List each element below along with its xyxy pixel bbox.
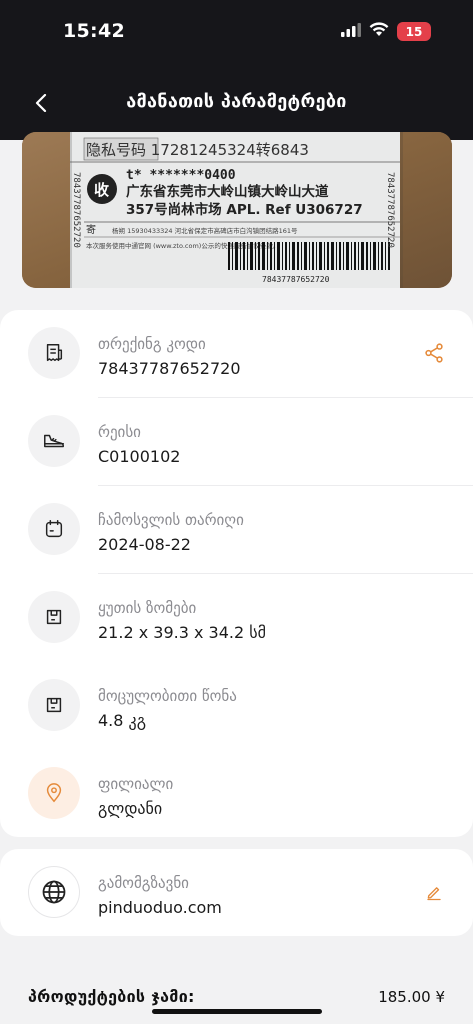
products-total: პროდუქტების ჯამი: 185.00 ¥ (0, 965, 473, 1024)
parcel-details-card: თრექინგ კოდი 78437787652720 რეისი C01001… (0, 310, 473, 837)
page-title: ამანათის პარამეტრები (126, 91, 347, 112)
home-indicator[interactable] (152, 1009, 322, 1014)
edit-sender-button[interactable] (421, 879, 447, 905)
signal-icon (341, 22, 361, 41)
detail-label: ფილიალი (98, 775, 174, 793)
detail-row-tracking: თრექინგ კოდი 78437787652720 (0, 310, 473, 398)
label-sender-tag: 寄 (86, 223, 96, 236)
label-phone-line: 隐私号码 17281245324转6843 (86, 141, 309, 159)
detail-label: მოცულობითი წონა (98, 687, 237, 705)
branch-value: გლდანი (98, 799, 163, 818)
package-icon (28, 679, 80, 731)
detail-row-branch: ფილიალი გლდანი (0, 750, 473, 838)
label-stamp: 收 (94, 181, 109, 199)
label-address-2: 357号尚林市场 APL. Ref U306727 (126, 201, 363, 218)
battery-indicator: 15 (397, 22, 431, 41)
edit-icon (427, 887, 441, 901)
label-sender-info: 杨朔 15930433324 河北省保定市高碑店市白沟镇团结路161号 (112, 226, 298, 235)
share-button[interactable] (421, 340, 447, 366)
label-recipient: t* *******0400 (126, 168, 236, 183)
parcel-label-photo: 隐私号码 17281245324转6843 收 t* *******0400 广… (22, 132, 452, 288)
share-icon (425, 343, 443, 363)
tracking-code-value: 78437787652720 (98, 359, 241, 378)
detail-label: თრექინგ კოდი (98, 335, 206, 353)
app-header: 15:42 15 ამანათის პარამეტრები (0, 0, 473, 140)
detail-row-box-size: ყუთის ზომები 21.2 x 39.3 x 34.2 სმ (0, 574, 473, 662)
label-barcode-number: 78437787652720 (262, 275, 330, 284)
label-side-code-right: 78437787652720 (385, 172, 395, 248)
status-time: 15:42 (63, 20, 125, 42)
total-label: პროდუქტების ჯამი: (28, 987, 195, 1006)
detail-row-arrival-date: ჩამოსვლის თარიღი 2024-08-22 (0, 486, 473, 574)
status-icons: 15 (341, 22, 431, 41)
detail-label: რეისი (98, 423, 141, 441)
label-side-code-left: 78437787652720 (71, 172, 81, 248)
detail-label: ყუთის ზომები (98, 599, 197, 617)
volumetric-weight-value: 4.8 კგ (98, 711, 146, 730)
label-address-1: 广东省东莞市大岭山镇大岭山大道 (126, 183, 329, 200)
receipt-icon (28, 327, 80, 379)
sender-card: გამომგზავნი pinduoduo.com (0, 849, 473, 936)
detail-row-sender: გამომგზავნი pinduoduo.com (0, 849, 473, 937)
detail-row-volumetric-weight: მოცულობითი წონა 4.8 კგ (0, 662, 473, 750)
sender-value: pinduoduo.com (98, 898, 222, 917)
flight-value: C0100102 (98, 447, 181, 466)
calendar-icon (28, 503, 80, 555)
box-size-value: 21.2 x 39.3 x 34.2 სმ (98, 623, 266, 642)
package-icon (28, 591, 80, 643)
detail-label: ჩამოსვლის თარიღი (98, 511, 244, 529)
arrival-date-value: 2024-08-22 (98, 535, 191, 554)
shoe-icon (28, 415, 80, 467)
detail-row-flight: რეისი C0100102 (0, 398, 473, 486)
location-pin-icon (28, 767, 80, 819)
total-value: 185.00 ¥ (378, 988, 445, 1006)
globe-icon (28, 866, 80, 918)
wifi-icon (369, 22, 389, 41)
detail-label: გამომგზავნი (98, 874, 189, 892)
